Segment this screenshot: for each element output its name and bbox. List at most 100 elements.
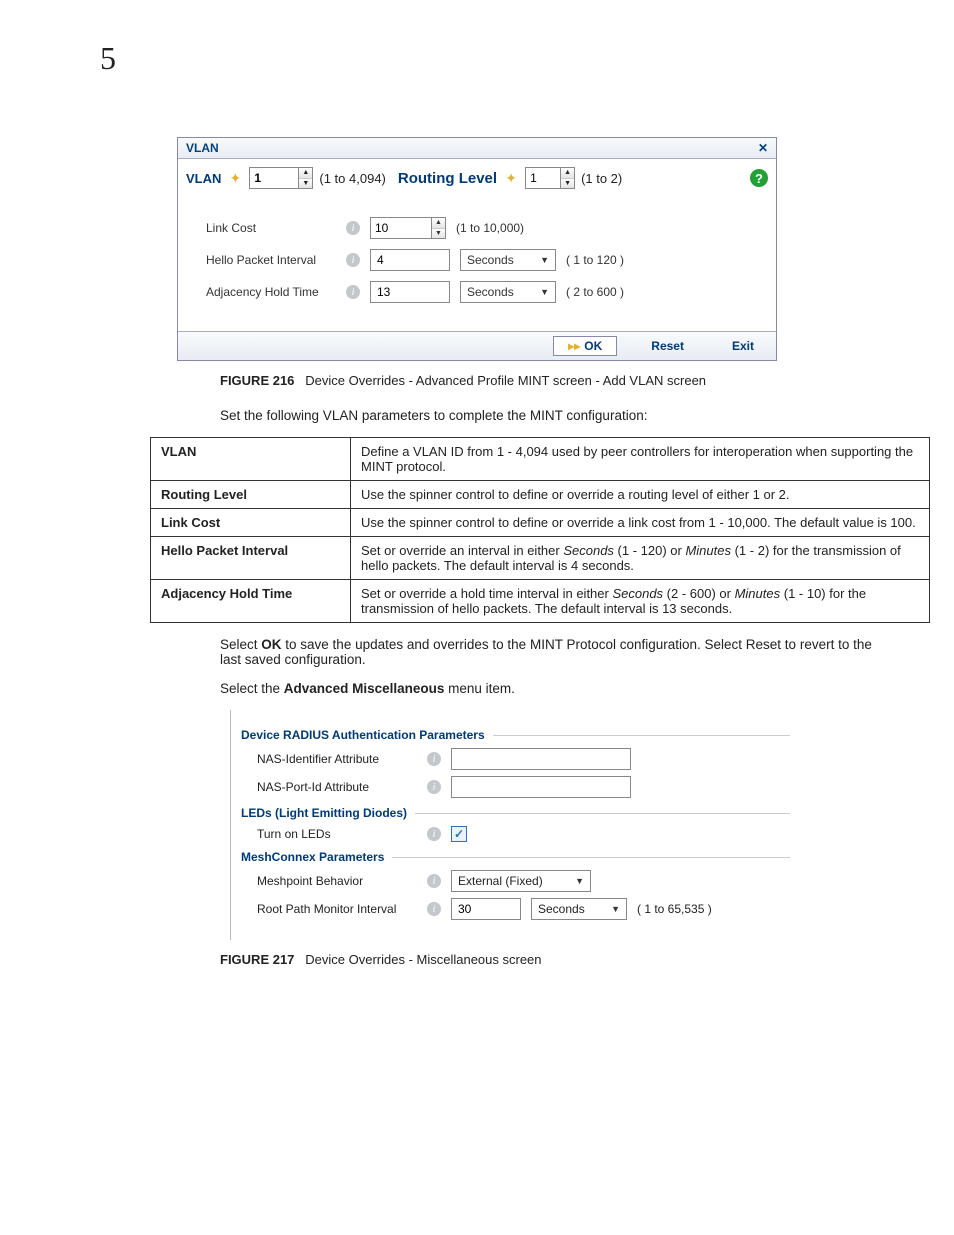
section-radius: Device RADIUS Authentication Parameters (241, 728, 790, 742)
hello-unit-value: Seconds (467, 253, 514, 267)
nas-port-row: NAS-Port-Id Attribute i (257, 776, 790, 798)
text-part: Select (220, 637, 261, 652)
ok-button[interactable]: ▸▸ OK (553, 336, 617, 356)
param-desc: Use the spinner control to define or ove… (351, 509, 930, 537)
chevron-down-icon: ▼ (611, 904, 620, 914)
spinner-up-icon[interactable]: ▲ (561, 168, 574, 179)
vlan-spinner[interactable]: ▲▼ (249, 167, 313, 189)
section-title-text: Device RADIUS Authentication Parameters (241, 728, 485, 742)
reset-button[interactable]: Reset (637, 336, 698, 356)
info-icon[interactable]: i (346, 253, 360, 267)
chevron-down-icon: ▼ (540, 255, 549, 265)
text-bold: OK (261, 637, 281, 652)
param-desc: Set or override a hold time interval in … (351, 580, 930, 623)
misc-screen: Device RADIUS Authentication Parameters … (230, 710, 790, 940)
info-icon[interactable]: i (346, 285, 360, 299)
divider (415, 813, 790, 814)
vlan-label: VLAN (186, 171, 221, 186)
rootpath-unit-value: Seconds (538, 902, 585, 916)
figure-text: Device Overrides - Miscellaneous screen (305, 952, 541, 967)
text-part: menu item. (444, 681, 515, 696)
link-cost-label: Link Cost (206, 221, 336, 235)
rootpath-input[interactable] (451, 898, 521, 920)
section-title-text: LEDs (Light Emitting Diodes) (241, 806, 407, 820)
info-icon[interactable]: i (427, 752, 441, 766)
desc-part: (1 - 120) or (614, 543, 686, 558)
routing-level-input[interactable] (526, 168, 560, 188)
chevron-down-icon: ▼ (575, 876, 584, 886)
vlan-input[interactable] (250, 168, 298, 188)
param-desc: Define a VLAN ID from 1 - 4,094 used by … (351, 438, 930, 481)
param-key: Routing Level (151, 481, 351, 509)
desc-part: (2 - 600) or (663, 586, 735, 601)
help-icon[interactable]: ? (750, 169, 768, 187)
link-cost-range: (1 to 10,000) (456, 221, 524, 235)
figure-number: FIGURE 217 (220, 952, 294, 967)
param-key: Hello Packet Interval (151, 537, 351, 580)
adj-input[interactable] (370, 281, 450, 303)
info-icon[interactable]: i (427, 902, 441, 916)
exit-button[interactable]: Exit (718, 336, 768, 356)
nas-id-input[interactable] (451, 748, 631, 770)
spinner-up-icon[interactable]: ▲ (299, 168, 312, 179)
nas-id-row: NAS-Identifier Attribute i (257, 748, 790, 770)
body-text-2: Select OK to save the updates and overri… (220, 637, 894, 667)
hello-interval-row: Hello Packet Interval i Seconds ▼ ( 1 to… (206, 249, 748, 271)
info-icon[interactable]: i (427, 780, 441, 794)
nas-port-input[interactable] (451, 776, 631, 798)
routing-level-spinner[interactable]: ▲▼ (525, 167, 575, 189)
meshpoint-value: External (Fixed) (458, 874, 543, 888)
rootpath-label: Root Path Monitor Interval (257, 902, 417, 916)
spinner-down-icon[interactable]: ▼ (299, 179, 312, 189)
link-cost-input[interactable] (371, 218, 431, 238)
info-icon[interactable]: i (346, 221, 360, 235)
wand-icon[interactable]: ✦ (503, 170, 519, 186)
hello-input[interactable] (370, 249, 450, 271)
adj-unit-select[interactable]: Seconds ▼ (460, 281, 556, 303)
table-row: Routing Level Use the spinner control to… (151, 481, 930, 509)
table-row: Hello Packet Interval Set or override an… (151, 537, 930, 580)
desc-italic: Minutes (735, 586, 781, 601)
vlan-dialog: VLAN ✕ VLAN ✦ ▲▼ (1 to 4,094) Routing Le… (177, 137, 777, 361)
param-desc: Set or override an interval in either Se… (351, 537, 930, 580)
link-cost-spinner[interactable]: ▲▼ (370, 217, 446, 239)
body-text-3: Select the Advanced Miscellaneous menu i… (220, 681, 894, 696)
param-key: VLAN (151, 438, 351, 481)
body-text-1: Set the following VLAN parameters to com… (220, 408, 894, 423)
figure-216-caption: FIGURE 216 Device Overrides - Advanced P… (220, 373, 894, 388)
adjacency-row: Adjacency Hold Time i Seconds ▼ ( 2 to 6… (206, 281, 748, 303)
param-desc: Use the spinner control to define or ove… (351, 481, 930, 509)
info-icon[interactable]: i (427, 874, 441, 888)
wand-icon[interactable]: ✦ (227, 170, 243, 186)
text-bold: Advanced Miscellaneous (284, 681, 445, 696)
desc-italic: Seconds (563, 543, 614, 558)
close-icon[interactable]: ✕ (758, 141, 768, 155)
ok-icon: ▸▸ (568, 339, 580, 353)
meshpoint-select[interactable]: External (Fixed) ▼ (451, 870, 591, 892)
desc-part: Set or override an interval in either (361, 543, 563, 558)
meshpoint-row: Meshpoint Behavior i External (Fixed) ▼ (257, 870, 790, 892)
nas-id-label: NAS-Identifier Attribute (257, 752, 417, 766)
info-icon[interactable]: i (427, 827, 441, 841)
nas-port-label: NAS-Port-Id Attribute (257, 780, 417, 794)
text-part: to save the updates and overrides to the… (220, 637, 872, 667)
text-part: Select the (220, 681, 284, 696)
routing-range: (1 to 2) (581, 171, 622, 186)
table-row: Link Cost Use the spinner control to def… (151, 509, 930, 537)
desc-italic: Seconds (612, 586, 663, 601)
adj-label: Adjacency Hold Time (206, 285, 336, 299)
spinner-down-icon[interactable]: ▼ (561, 179, 574, 189)
desc-italic: Minutes (685, 543, 731, 558)
param-key: Link Cost (151, 509, 351, 537)
rootpath-unit-select[interactable]: Seconds ▼ (531, 898, 627, 920)
divider (392, 857, 790, 858)
hello-unit-select[interactable]: Seconds ▼ (460, 249, 556, 271)
spinner-up-icon[interactable]: ▲ (432, 218, 445, 229)
rootpath-range: ( 1 to 65,535 ) (637, 902, 712, 916)
spinner-down-icon[interactable]: ▼ (432, 229, 445, 239)
routing-level-label: Routing Level (398, 170, 497, 187)
vlan-range: (1 to 4,094) (319, 171, 386, 186)
leds-checkbox[interactable]: ✓ (451, 826, 467, 842)
dialog-footer: ▸▸ OK Reset Exit (178, 331, 776, 360)
param-key: Adjacency Hold Time (151, 580, 351, 623)
